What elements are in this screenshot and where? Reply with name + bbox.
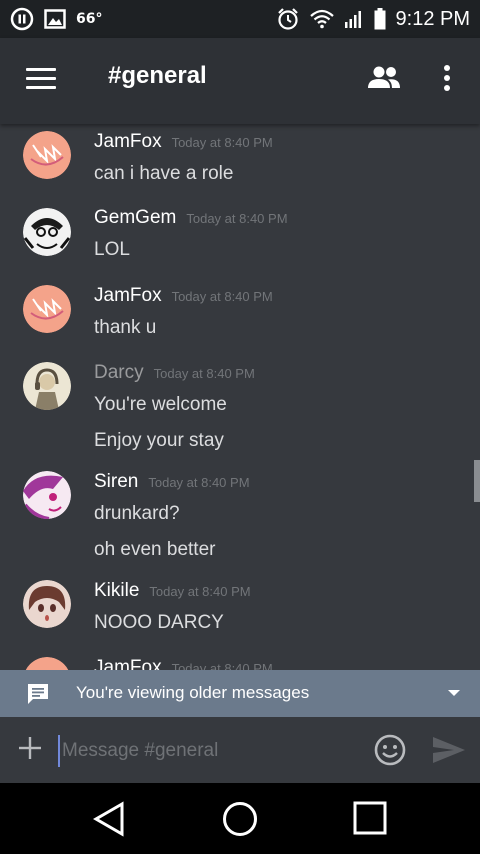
manga-boy-avatar[interactable]: [23, 208, 71, 256]
message-author[interactable]: JamFox Today at 8:40 PM: [94, 285, 273, 307]
message-text: drunkard?: [94, 503, 180, 524]
status-bar-right: 9:12 PM: [276, 7, 470, 31]
message-text: LOL: [94, 239, 130, 260]
older-messages-text: You're viewing older messages: [76, 683, 310, 702]
author-name[interactable]: GemGem: [94, 207, 176, 228]
message-timestamp: Today at 8:40 PM: [171, 289, 273, 304]
members-icon[interactable]: [366, 64, 402, 94]
author-name[interactable]: Kikile: [94, 580, 139, 601]
message-text: oh even better: [94, 539, 216, 560]
message-timestamp: Today at 8:40 PM: [149, 584, 251, 599]
message-timestamp: Today at 8:40 PM: [186, 211, 288, 226]
message-input[interactable]: [58, 735, 364, 767]
message-text: You're welcome: [94, 394, 227, 415]
wifi-icon: [309, 9, 334, 29]
message-text: thank u: [94, 317, 157, 338]
channel-title: #general: [108, 62, 207, 89]
message-author[interactable]: Siren Today at 8:40 PM: [94, 471, 250, 493]
scrollbar-thumb[interactable]: [474, 460, 480, 502]
app-bar: #general: [0, 38, 480, 124]
author-name[interactable]: JamFox: [94, 131, 162, 152]
message-author[interactable]: JamFox Today at 8:40 PM: [94, 131, 273, 153]
purple-anime-avatar[interactable]: [23, 471, 71, 519]
signal-icon: [344, 11, 361, 28]
headphones-avatar[interactable]: [23, 362, 71, 410]
message-text: Enjoy your stay: [94, 430, 224, 451]
home-circle-icon[interactable]: [221, 800, 259, 838]
author-name[interactable]: JamFox: [94, 657, 162, 670]
send-icon[interactable]: [432, 736, 466, 764]
plus-icon[interactable]: [18, 736, 42, 760]
back-triangle-icon[interactable]: [92, 801, 126, 837]
message-author[interactable]: JamFox Today at 8:40 PM: [94, 657, 273, 670]
caret-down-icon[interactable]: [448, 690, 460, 696]
message-author[interactable]: Darcy Today at 8:40 PM: [94, 362, 255, 384]
author-name[interactable]: Siren: [94, 471, 138, 492]
clock: 9:12 PM: [395, 7, 470, 30]
temperature-readout: 66°: [76, 11, 103, 27]
status-bar-left: 66°: [10, 7, 102, 31]
system-nav-bar: [0, 783, 480, 854]
battery-icon: [374, 8, 386, 30]
older-messages-banner[interactable]: You're viewing older messages: [0, 670, 480, 717]
author-name[interactable]: Darcy: [94, 362, 144, 383]
message-author[interactable]: GemGem Today at 8:40 PM: [94, 207, 288, 229]
message-timestamp: Today at 8:40 PM: [171, 661, 273, 670]
author-name[interactable]: JamFox: [94, 285, 162, 306]
status-bar: 66° 9:12 PM: [0, 0, 480, 38]
message-list[interactable]: JamFox Today at 8:40 PM can i have a role…: [0, 124, 480, 670]
message-composer: [0, 717, 480, 783]
message-text: can i have a role: [94, 163, 234, 184]
message-timestamp: Today at 8:40 PM: [153, 366, 255, 381]
recents-square-icon[interactable]: [353, 801, 387, 835]
message-timestamp: Today at 8:40 PM: [171, 135, 273, 150]
pink-sketch-avatar[interactable]: [23, 285, 71, 333]
message-text: NOOO DARCY: [94, 612, 224, 633]
pink-sketch-avatar[interactable]: [23, 131, 71, 179]
alarm-icon: [277, 8, 298, 30]
hamburger-menu-icon[interactable]: [26, 68, 56, 92]
brown-hair-avatar[interactable]: [23, 580, 71, 628]
pink-sketch-avatar[interactable]: [23, 657, 71, 670]
image-notification-icon: [44, 9, 66, 29]
message-author[interactable]: Kikile Today at 8:40 PM: [94, 580, 251, 602]
chat-bubble-icon: [28, 684, 48, 704]
pause-notification-icon: [10, 7, 34, 31]
overflow-menu-icon[interactable]: [440, 64, 454, 94]
message-timestamp: Today at 8:40 PM: [148, 475, 250, 490]
emoji-icon[interactable]: [374, 734, 406, 766]
